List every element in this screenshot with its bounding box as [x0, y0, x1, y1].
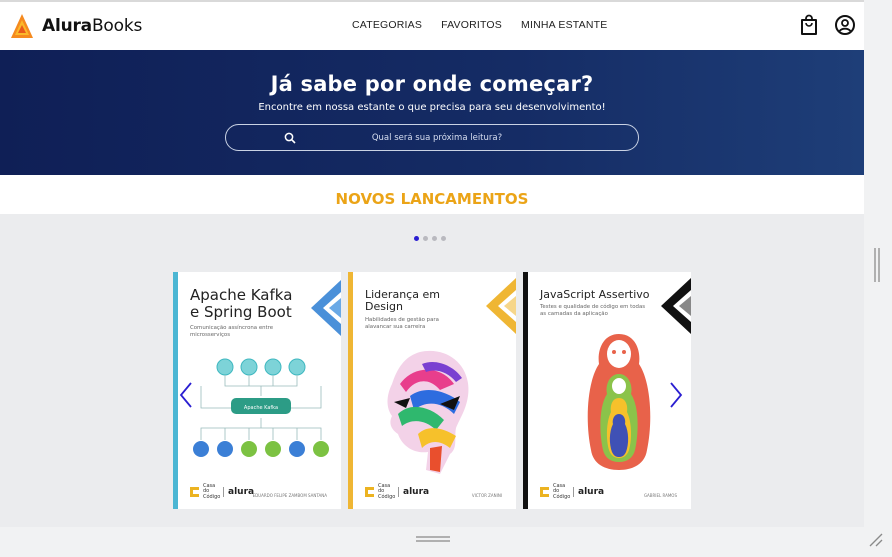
corner-resize-grip-icon[interactable] [868, 532, 884, 548]
section-title-novos-lancamentos: NOVOS LANCAMENTOS [0, 175, 864, 214]
book-card-apache-kafka[interactable]: Apache Kafka e Spring Boot Comunicação as… [173, 272, 341, 509]
nav-link-favoritos[interactable]: FAVORITOS [441, 19, 502, 31]
logo-triangle-icon [11, 14, 33, 38]
carousel-prev-arrow-icon[interactable] [179, 382, 193, 408]
book-publisher-footer: Casa do Código alura [190, 483, 254, 501]
logo-text: AluraBooks [42, 16, 143, 36]
book-publisher-footer: Casa do Código alura [540, 483, 604, 501]
alurabooks-logo[interactable]: AluraBooks [10, 13, 142, 39]
page-viewport: AluraBooks CATEGORIAS FAVORITOS MINHA ES… [0, 0, 864, 527]
nesting-dolls-illustration [587, 334, 651, 470]
book-chevron-decoration [311, 280, 341, 336]
book-spine [348, 272, 353, 509]
carousel-dot-3[interactable] [432, 236, 437, 241]
nav-link-categorias[interactable]: CATEGORIAS [352, 19, 422, 31]
casa-do-codigo-logo-icon [365, 486, 374, 497]
colorful-head-illustration [387, 350, 469, 474]
horizontal-resize-handle[interactable] [416, 535, 450, 543]
book-subtitle: Comunicação assíncrona entre microsservi… [190, 325, 274, 338]
carousel-pagination [414, 236, 446, 241]
book-title: Liderança em Design [365, 288, 440, 314]
nav-link-minha-estante[interactable]: MINHA ESTANTE [521, 19, 607, 31]
vertical-resize-handle[interactable] [873, 248, 881, 282]
casa-do-codigo-logo-icon [540, 486, 549, 497]
book-publisher-footer: Casa do Código alura [365, 483, 429, 501]
main-nav: CATEGORIAS FAVORITOS MINHA ESTANTE [352, 19, 607, 31]
carousel-next-arrow-icon[interactable] [669, 382, 683, 408]
carousel-dot-1[interactable] [414, 236, 419, 241]
book-author: GABRIEL RAMOS [643, 493, 677, 498]
shopping-bag-icon[interactable] [798, 14, 820, 36]
book-spine [173, 272, 178, 509]
book-author: EDUARDO FELIPE ZAMBOM SANTANA [252, 493, 327, 498]
book-card-javascript-assertivo[interactable]: JavaScript Assertivo Testes e qualidade … [523, 272, 691, 509]
banner-subtitle: Encontre em nossa estante o que precisa … [258, 102, 606, 113]
book-chevron-decoration [661, 278, 691, 334]
book-spine [523, 272, 528, 509]
kafka-microservices-diagram: Apache Kafka [193, 358, 329, 457]
search-icon [284, 132, 296, 144]
hero-banner: Já sabe por onde começar? Encontre em no… [0, 50, 864, 175]
svg-text:Apache Kafka: Apache Kafka [244, 405, 278, 411]
book-author: VICTOR ZANINI [471, 493, 502, 498]
banner-title: Já sabe por onde começar? [270, 72, 594, 96]
top-navigation-bar: AluraBooks CATEGORIAS FAVORITOS MINHA ES… [0, 2, 864, 50]
book-title: JavaScript Assertivo [540, 288, 650, 301]
book-subtitle: Testes e qualidade de código em todas as… [540, 304, 646, 317]
user-profile-icon[interactable] [834, 14, 856, 36]
book-subtitle: Habilidades de gestão para alavancar sua… [365, 317, 439, 330]
book-card-lideranca-em-design[interactable]: Liderança em Design Habilidades de gestão… [348, 272, 516, 509]
carousel-dot-4[interactable] [441, 236, 446, 241]
carousel-dot-2[interactable] [423, 236, 428, 241]
book-chevron-decoration [486, 278, 516, 334]
book-title: Apache Kafka e Spring Boot [190, 286, 293, 321]
search-box[interactable] [225, 124, 639, 151]
casa-do-codigo-logo-icon [190, 486, 199, 497]
book-carousel: Apache Kafka e Spring Boot Comunicação as… [173, 272, 691, 509]
